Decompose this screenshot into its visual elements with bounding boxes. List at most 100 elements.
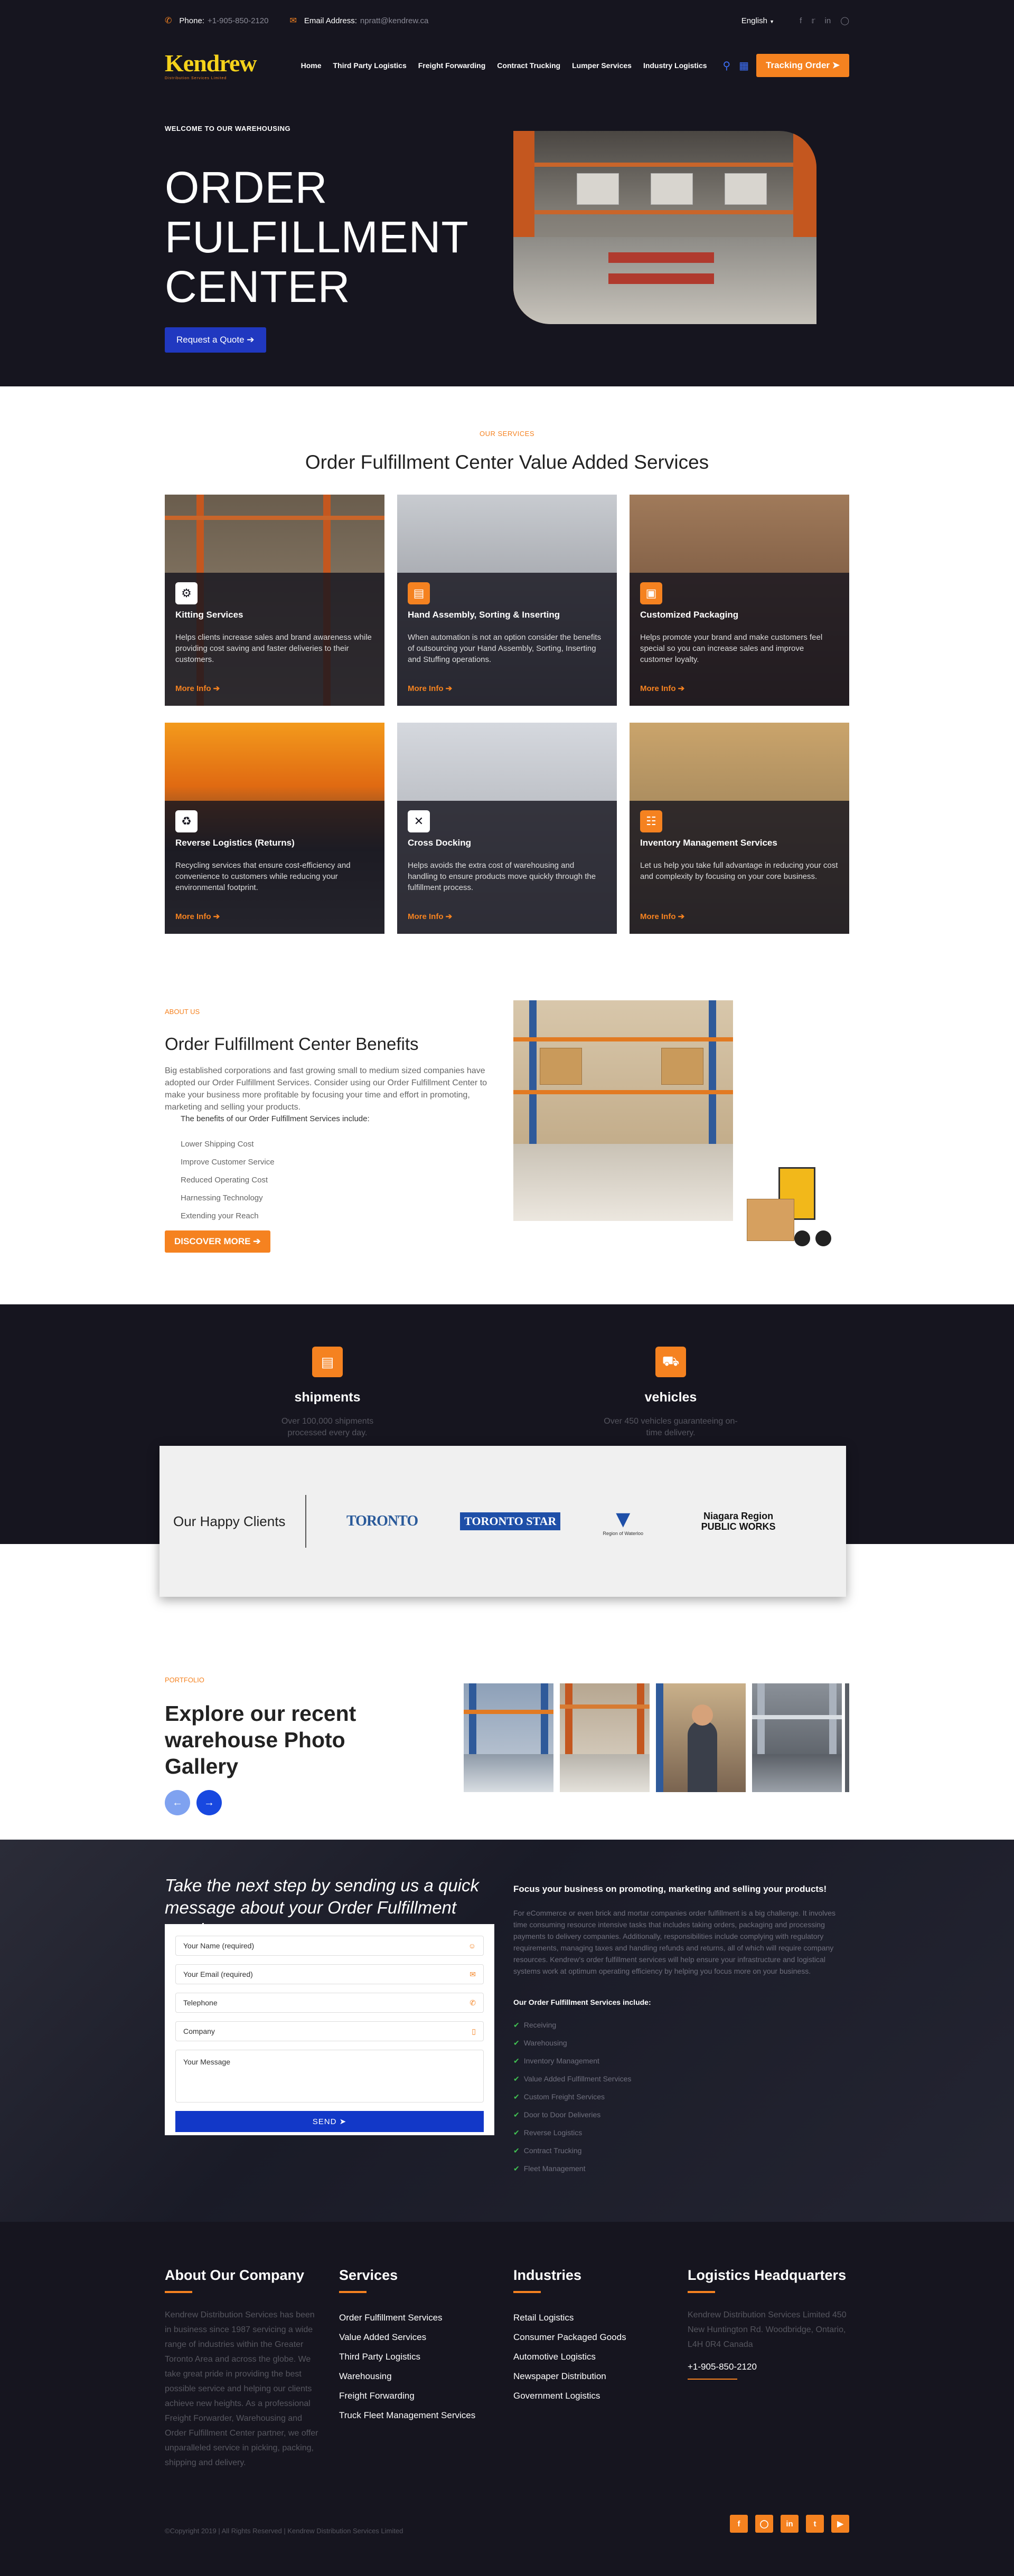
footer-link[interactable]: Consumer Packaged Goods [513, 2327, 626, 2347]
client-logo-waterloo: ▼ Region of Waterloo [603, 1507, 643, 1536]
logo[interactable]: Kendrew Distribution Services Limited [165, 51, 257, 80]
footer-hq: Logistics Headquarters Kendrew Distribut… [688, 2267, 849, 2380]
check-icon: ✔ [513, 2057, 520, 2065]
check-icon: ✔ [513, 2092, 520, 2101]
message-field[interactable]: Your Message [175, 2050, 484, 2103]
instagram-icon[interactable]: ◯ [840, 16, 849, 25]
request-quote-button[interactable]: Request a Quote ➔ [165, 327, 266, 353]
stats-section: ▤ shipments Over 100,000 shipments proce… [0, 1304, 1014, 1597]
footer-link[interactable]: Freight Forwarding [339, 2386, 475, 2405]
arrow-right-icon: ➔ [678, 684, 685, 693]
send-button[interactable]: SEND ➤ [175, 2111, 484, 2132]
more-info-link[interactable]: More Info ➔ [408, 912, 452, 921]
twitter-icon[interactable]: t [806, 2515, 824, 2533]
footer-link[interactable]: Value Added Services [339, 2327, 475, 2347]
gallery-prev-button[interactable]: ← [165, 1790, 190, 1815]
nav-contract-trucking[interactable]: Contract Trucking [497, 61, 560, 70]
telephone-field[interactable]: Telephone ✆ [175, 1993, 484, 2013]
tracking-order-button[interactable]: Tracking Order ➤ [756, 54, 849, 77]
gallery-photo[interactable] [656, 1683, 746, 1792]
discover-more-label: DISCOVER MORE [174, 1236, 251, 1246]
message-placeholder: Your Message [183, 2058, 230, 2066]
arrow-right-icon: ➔ [247, 335, 255, 345]
telephone-placeholder: Telephone [183, 1999, 218, 2007]
footer-link[interactable]: Retail Logistics [513, 2308, 626, 2327]
footer-link[interactable]: Government Logistics [513, 2386, 626, 2405]
more-info-link[interactable]: More Info ➔ [175, 684, 220, 693]
services-section: OUR SERVICES Order Fulfillment Center Va… [0, 386, 1014, 965]
nav-lumper-services[interactable]: Lumper Services [572, 61, 632, 70]
forklift-image [741, 1162, 842, 1255]
email-address[interactable]: npratt@kendrew.ca [360, 16, 428, 25]
contact-section: Take the next step by sending us a quick… [0, 1840, 1014, 2222]
footer-link[interactable]: Newspaper Distribution [513, 2366, 626, 2386]
client-logo-text: Niagara Region PUBLIC WORKS [701, 1511, 776, 1532]
more-info-link[interactable]: More Info ➔ [408, 684, 452, 693]
arrow-right-icon: → [204, 1796, 214, 1808]
name-field[interactable]: Your Name (required) ☺ [175, 1936, 484, 1956]
service-card-hand-assembly[interactable]: ▤ Hand Assembly, Sorting & Inserting Whe… [397, 495, 617, 706]
about-intro: Big established corporations and fast gr… [165, 1066, 487, 1112]
more-info-link[interactable]: More Info ➔ [640, 912, 684, 921]
more-info-label: More Info [640, 912, 676, 921]
service-card-reverse-logistics[interactable]: ♻ Reverse Logistics (Returns) Recycling … [165, 723, 384, 934]
stat-text: Over 450 vehicles guaranteeing on-time d… [604, 1417, 738, 1437]
footer-link[interactable]: Truck Fleet Management Services [339, 2405, 475, 2425]
gallery-photo[interactable] [752, 1683, 842, 1792]
gallery-photo[interactable] [464, 1683, 553, 1792]
hero-warehouse-image [513, 131, 816, 324]
phone-contact[interactable]: ✆ Phone: +1-905-850-2120 [165, 15, 268, 26]
arrow-right-icon: ➔ [678, 912, 685, 921]
phone-number[interactable]: +1-905-850-2120 [208, 16, 269, 25]
nav-home[interactable]: Home [301, 61, 322, 70]
linkedin-icon[interactable]: in [825, 16, 831, 25]
footer-link[interactable]: Third Party Logistics [339, 2347, 475, 2366]
service-card-inventory-management[interactable]: ☷ Inventory Management Services Let us h… [630, 723, 849, 934]
footer-link[interactable]: Automotive Logistics [513, 2347, 626, 2366]
footer-link[interactable]: Warehousing [339, 2366, 475, 2386]
about-lead: The benefits of our Order Fulfillment Se… [181, 1114, 370, 1123]
list-item-label: Custom Freight Services [523, 2092, 605, 2101]
more-info-link[interactable]: More Info ➔ [640, 684, 684, 693]
stat-vehicles: ⛟ vehicles Over 450 vehicles guaranteein… [565, 1347, 776, 1439]
discover-more-button[interactable]: DISCOVER MORE ➔ [165, 1230, 270, 1253]
twitter-icon[interactable]: 𝕣 [811, 16, 815, 25]
user-icon: ☺ [468, 1942, 476, 1950]
linkedin-icon[interactable]: in [781, 2515, 799, 2533]
language-selector[interactable]: English ▼ [741, 16, 774, 25]
email-label: Email Address: [304, 16, 357, 25]
gallery-photo-partial[interactable] [845, 1683, 849, 1792]
hq-phone[interactable]: +1-905-850-2120 [688, 2362, 849, 2372]
list-item: ✔ Inventory Management [513, 2052, 631, 2070]
instagram-icon[interactable]: ◯ [755, 2515, 773, 2533]
gallery-photo[interactable] [560, 1683, 650, 1792]
contact-form: Your Name (required) ☺ Your Email (requir… [165, 1924, 494, 2135]
facebook-icon[interactable]: f [730, 2515, 748, 2533]
service-card-kitting[interactable]: ⚙ Kitting Services Helps clients increas… [165, 495, 384, 706]
benefit-item: Improve Customer Service [181, 1158, 275, 1167]
grid-menu-icon[interactable]: ▦ [739, 59, 749, 72]
nav-third-party-logistics[interactable]: Third Party Logistics [333, 61, 406, 70]
youtube-icon[interactable]: ▶ [831, 2515, 849, 2533]
benefit-item: Reduced Operating Cost [181, 1176, 268, 1185]
facebook-icon[interactable]: f [800, 16, 802, 25]
company-field[interactable]: Company ▯ [175, 2021, 484, 2041]
more-info-link[interactable]: More Info ➔ [175, 912, 220, 921]
service-card-customized-packaging[interactable]: ▣ Customized Packaging Helps promote you… [630, 495, 849, 706]
stat-title: vehicles [644, 1390, 697, 1405]
check-icon: ✔ [513, 2039, 520, 2047]
gallery-next-button[interactable]: → [196, 1790, 222, 1815]
search-icon[interactable]: ⚲ [723, 59, 731, 72]
top-bar: ✆ Phone: +1-905-850-2120 ✉ Email Address… [0, 0, 1014, 41]
nav-industry-logistics[interactable]: Industry Logistics [643, 61, 707, 70]
nav-freight-forwarding[interactable]: Freight Forwarding [418, 61, 486, 70]
email-field[interactable]: Your Email (required) ✉ [175, 1964, 484, 1984]
list-item: ✔ Custom Freight Services [513, 2088, 631, 2106]
service-card-cross-docking[interactable]: ✕ Cross Docking Helps avoids the extra c… [397, 723, 617, 934]
reverse-icon: ♻ [175, 810, 198, 832]
email-contact[interactable]: ✉ Email Address: npratt@kendrew.ca [289, 15, 428, 26]
footer-link[interactable]: Order Fulfillment Services [339, 2308, 475, 2327]
check-icon: ✔ [513, 2021, 520, 2029]
arrow-right-icon: ➔ [445, 684, 453, 693]
arrow-left-icon: ← [172, 1796, 183, 1808]
